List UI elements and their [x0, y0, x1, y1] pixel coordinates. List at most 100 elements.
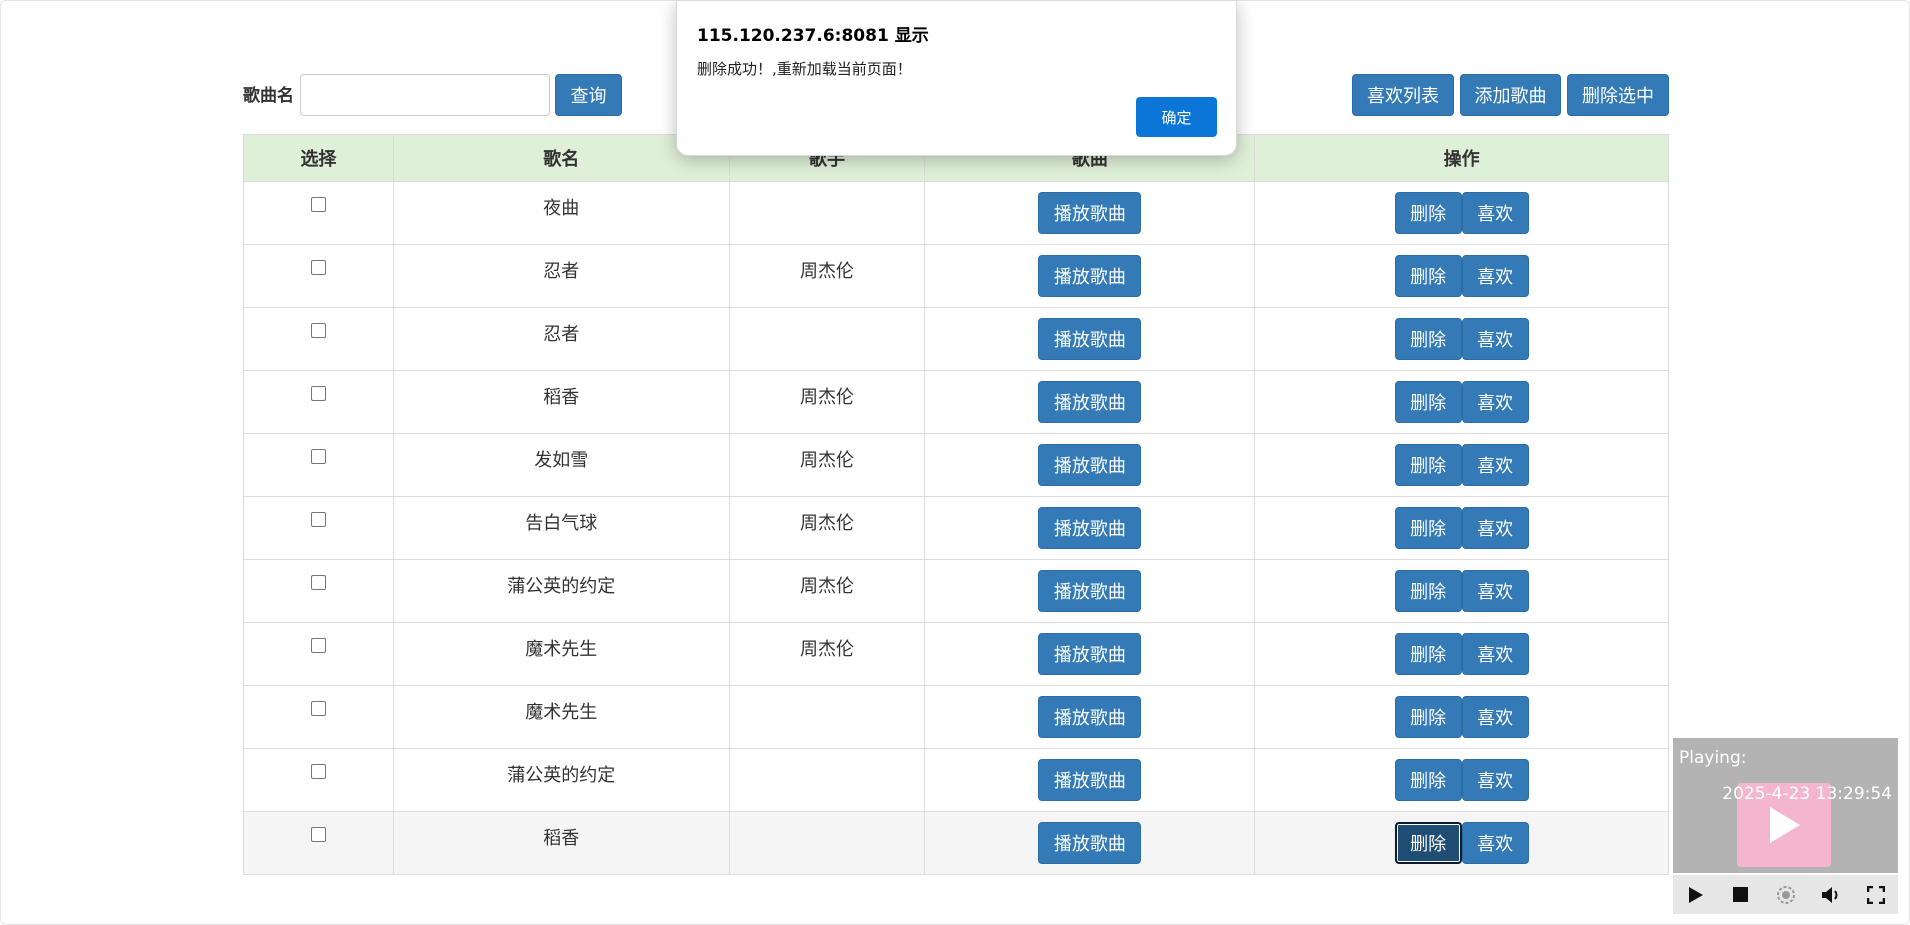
like-button[interactable]: 喜欢 [1461, 570, 1529, 612]
table-row: 忍者 播放歌曲 删除 喜欢 [243, 307, 1669, 371]
delete-button[interactable]: 删除 [1394, 255, 1462, 297]
fullscreen-icon[interactable] [1865, 884, 1887, 906]
select-cell [243, 685, 394, 749]
volume-icon[interactable] [1820, 884, 1842, 906]
dialog-message: 删除成功！,重新加载当前页面！ [697, 60, 912, 78]
song-name-search-input[interactable] [300, 74, 550, 116]
delete-button[interactable]: 删除 [1394, 381, 1462, 423]
table-row: 发如雪 周杰伦 播放歌曲 删除 喜欢 [243, 433, 1669, 497]
play-song-button[interactable]: 播放歌曲 [1038, 696, 1142, 738]
select-cell [243, 370, 394, 434]
singer-cell [728, 811, 926, 875]
play-song-button[interactable]: 播放歌曲 [1038, 822, 1142, 864]
like-button[interactable]: 喜欢 [1461, 696, 1529, 738]
singer-cell [728, 181, 926, 245]
like-button[interactable]: 喜欢 [1461, 633, 1529, 675]
song-name-cell: 蒲公英的约定 [392, 748, 730, 812]
song-name-cell: 告白气球 [392, 496, 730, 560]
table-row: 夜曲 播放歌曲 删除 喜欢 [243, 181, 1669, 245]
play-song-button[interactable]: 播放歌曲 [1038, 192, 1142, 234]
row-checkbox[interactable] [310, 323, 326, 338]
play-cell: 播放歌曲 [924, 181, 1256, 245]
row-checkbox[interactable] [310, 386, 326, 401]
select-cell [243, 748, 394, 812]
singer-cell: 周杰伦 [728, 559, 926, 623]
delete-button[interactable]: 删除 [1394, 696, 1462, 738]
dialog-title: 115.120.237.6:8081 显示 [697, 26, 929, 46]
row-checkbox[interactable] [310, 260, 326, 275]
like-button[interactable]: 喜欢 [1461, 381, 1529, 423]
delete-button[interactable]: 删除 [1394, 318, 1462, 360]
delete-button[interactable]: 删除 [1394, 633, 1462, 675]
header-actions: 操作 [1254, 134, 1669, 182]
stop-icon[interactable] [1730, 884, 1752, 906]
select-cell [243, 496, 394, 560]
table-row: 忍者 周杰伦 播放歌曲 删除 喜欢 [243, 244, 1669, 308]
table-row: 稻香 播放歌曲 删除 喜欢 [243, 811, 1669, 875]
actions-cell: 删除 喜欢 [1254, 685, 1669, 749]
row-checkbox[interactable] [310, 197, 326, 212]
row-checkbox[interactable] [310, 512, 326, 527]
song-name-cell: 忍者 [392, 307, 730, 371]
row-checkbox[interactable] [310, 764, 326, 779]
delete-button[interactable]: 删除 [1394, 822, 1462, 864]
play-song-button[interactable]: 播放歌曲 [1038, 318, 1142, 360]
singer-cell [728, 307, 926, 371]
table-row: 稻香 周杰伦 播放歌曲 删除 喜欢 [243, 370, 1669, 434]
singer-cell: 周杰伦 [728, 496, 926, 560]
query-button[interactable]: 查询 [555, 74, 622, 116]
row-checkbox[interactable] [310, 449, 326, 464]
player-playing-label: Playing: [1679, 748, 1747, 768]
play-icon[interactable] [1685, 884, 1707, 906]
favorites-list-button[interactable]: 喜欢列表 [1352, 74, 1454, 116]
add-song-button[interactable]: 添加歌曲 [1460, 74, 1561, 116]
delete-button[interactable]: 删除 [1394, 444, 1462, 486]
song-name-cell: 魔术先生 [392, 685, 730, 749]
play-cell: 播放歌曲 [924, 370, 1256, 434]
media-player: Playing: 2025-4-23 13:29:54 [1673, 738, 1898, 873]
like-button[interactable]: 喜欢 [1461, 192, 1529, 234]
record-icon[interactable] [1775, 884, 1797, 906]
like-button[interactable]: 喜欢 [1461, 507, 1529, 549]
table-row: 蒲公英的约定 播放歌曲 删除 喜欢 [243, 748, 1669, 812]
table-row: 魔术先生 周杰伦 播放歌曲 删除 喜欢 [243, 622, 1669, 686]
like-button[interactable]: 喜欢 [1461, 822, 1529, 864]
row-checkbox[interactable] [310, 575, 326, 590]
delete-selected-button[interactable]: 删除选中 [1567, 74, 1669, 116]
delete-button[interactable]: 删除 [1394, 507, 1462, 549]
like-button[interactable]: 喜欢 [1461, 444, 1529, 486]
play-song-button[interactable]: 播放歌曲 [1038, 255, 1142, 297]
play-song-button[interactable]: 播放歌曲 [1038, 759, 1142, 801]
actions-cell: 删除 喜欢 [1254, 748, 1669, 812]
play-song-button[interactable]: 播放歌曲 [1038, 444, 1142, 486]
song-name-cell: 蒲公英的约定 [392, 559, 730, 623]
play-song-button[interactable]: 播放歌曲 [1038, 570, 1142, 612]
play-song-button[interactable]: 播放歌曲 [1038, 381, 1142, 423]
row-checkbox[interactable] [310, 638, 326, 653]
delete-button[interactable]: 删除 [1394, 192, 1462, 234]
singer-cell [728, 748, 926, 812]
delete-button[interactable]: 删除 [1394, 570, 1462, 612]
table-row: 告白气球 周杰伦 播放歌曲 删除 喜欢 [243, 496, 1669, 560]
select-cell [243, 622, 394, 686]
play-cell: 播放歌曲 [924, 685, 1256, 749]
row-checkbox[interactable] [310, 827, 326, 842]
songs-table: 选择 歌名 歌手 歌曲 操作 夜曲 播放歌曲 删除 喜欢 忍者 周杰伦 播放歌曲 删除 喜欢 忍者… [243, 134, 1669, 875]
play-song-button[interactable]: 播放歌曲 [1038, 633, 1142, 675]
actions-cell: 删除 喜欢 [1254, 370, 1669, 434]
select-cell [243, 811, 394, 875]
player-timestamp: 2025-4-23 13:29:54 [1722, 784, 1892, 804]
like-button[interactable]: 喜欢 [1461, 318, 1529, 360]
play-cell: 播放歌曲 [924, 559, 1256, 623]
like-button[interactable]: 喜欢 [1461, 759, 1529, 801]
play-cell: 播放歌曲 [924, 307, 1256, 371]
row-checkbox[interactable] [310, 701, 326, 716]
song-name-cell: 夜曲 [392, 181, 730, 245]
play-song-button[interactable]: 播放歌曲 [1038, 507, 1142, 549]
like-button[interactable]: 喜欢 [1461, 255, 1529, 297]
dialog-ok-button[interactable]: 确定 [1136, 97, 1217, 137]
song-name-cell: 稻香 [392, 811, 730, 875]
actions-cell: 删除 喜欢 [1254, 559, 1669, 623]
select-cell [243, 433, 394, 497]
delete-button[interactable]: 删除 [1394, 759, 1462, 801]
